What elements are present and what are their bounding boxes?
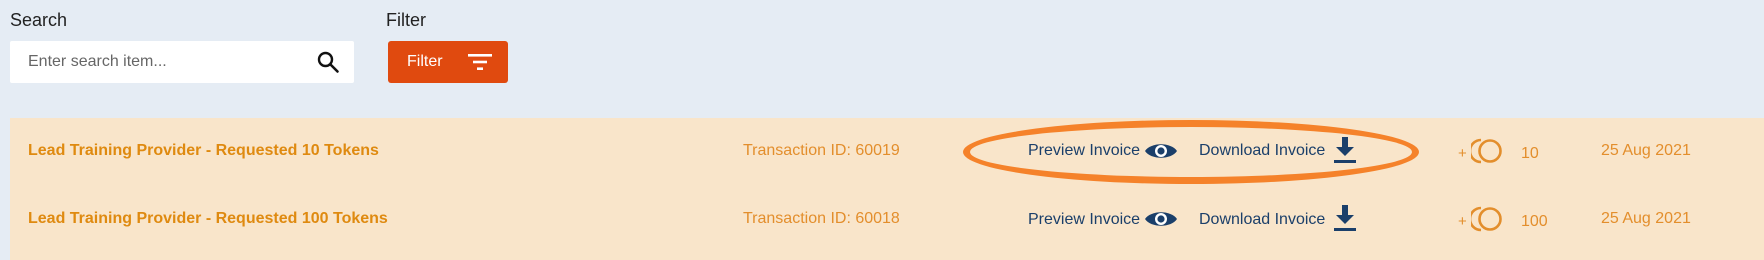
token-amount: 100 (1521, 213, 1548, 230)
transaction-title: Lead Training Provider - Requested 10 To… (28, 142, 379, 159)
transaction-title: Lead Training Provider - Requested 100 T… (28, 210, 388, 227)
preview-invoice-link[interactable]: Preview Invoice (1028, 211, 1140, 229)
eye-icon[interactable] (1144, 208, 1178, 230)
token-coin-icon (1471, 138, 1502, 164)
filter-button-label: Filter (407, 53, 443, 70)
filter-label: Filter (386, 10, 426, 30)
token-plus-sign: + (1458, 145, 1467, 162)
preview-invoice-link[interactable]: Preview Invoice (1028, 142, 1140, 160)
filter-button[interactable]: Filter (388, 41, 508, 83)
transaction-list: Lead Training Provider - Requested 10 To… (10, 118, 1764, 260)
search-box[interactable] (10, 41, 354, 83)
download-invoice-link[interactable]: Download Invoice (1199, 142, 1325, 160)
eye-icon[interactable] (1144, 140, 1178, 162)
token-amount: 10 (1521, 145, 1539, 162)
transaction-date: 25 Aug 2021 (1601, 210, 1691, 227)
transaction-row: Lead Training Provider - Requested 10 To… (10, 118, 1764, 186)
download-icon[interactable] (1333, 136, 1357, 164)
transaction-row: Lead Training Provider - Requested 100 T… (10, 186, 1764, 254)
transaction-id: Transaction ID: 60019 (743, 142, 900, 159)
transaction-date: 25 Aug 2021 (1601, 142, 1691, 159)
search-input[interactable] (10, 41, 310, 83)
transaction-id: Transaction ID: 60018 (743, 210, 900, 227)
download-invoice-link[interactable]: Download Invoice (1199, 211, 1325, 229)
token-coin-icon (1471, 206, 1502, 232)
token-plus-sign: + (1458, 213, 1467, 230)
search-icon[interactable] (316, 50, 340, 74)
download-icon[interactable] (1333, 204, 1357, 232)
filter-icon (468, 54, 492, 70)
search-label: Search (10, 10, 68, 30)
